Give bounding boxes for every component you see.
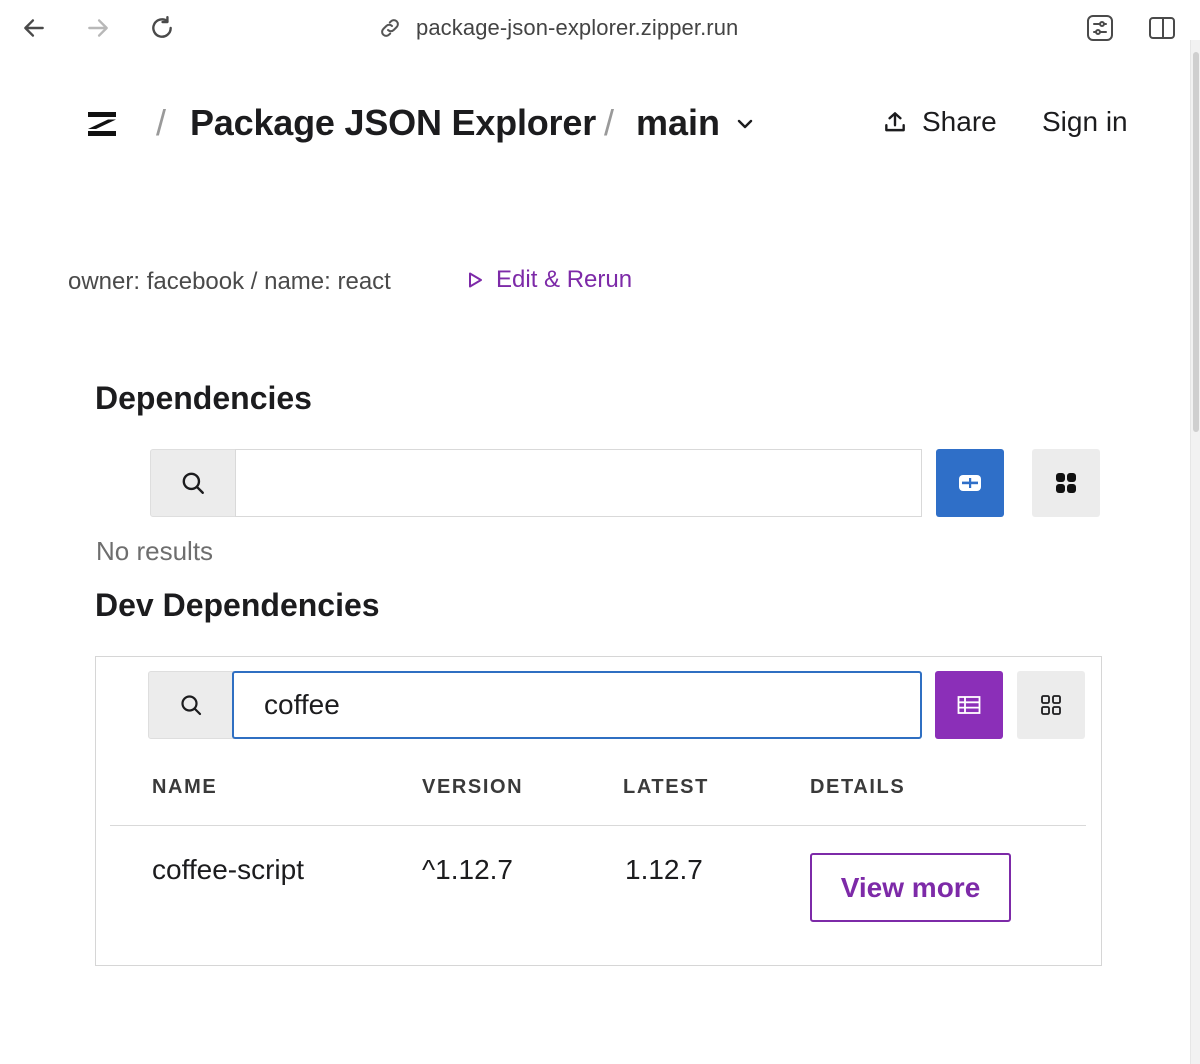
share-label: Share	[922, 106, 997, 137]
dev-dependencies-search-input[interactable]	[232, 671, 922, 739]
share-upload-icon	[885, 112, 905, 132]
column-header-name: NAME	[152, 776, 218, 798]
column-header-latest: LATEST	[623, 776, 709, 798]
dependencies-table-view-button[interactable]	[936, 449, 1004, 517]
cell-latest: 1.12.7	[625, 854, 703, 885]
dependencies-title: Dependencies	[95, 380, 312, 416]
grid-view-icon	[1056, 473, 1076, 493]
dev-dependencies-title: Dev Dependencies	[95, 587, 380, 623]
branch-label: main	[636, 102, 721, 143]
reload-button[interactable]	[146, 12, 178, 44]
table-header-divider	[110, 825, 1086, 826]
dev-dependencies-grid-view-button[interactable]	[1017, 671, 1085, 739]
edit-rerun-label: Edit & Rerun	[496, 266, 633, 293]
zipper-logo-icon[interactable]	[86, 110, 118, 138]
sign-in-link[interactable]: Sign in	[1042, 106, 1128, 138]
scrollbar-thumb[interactable]	[1193, 52, 1199, 432]
breadcrumb-separator: /	[604, 102, 615, 143]
column-header-version: VERSION	[422, 776, 524, 798]
sliders-icon	[1087, 15, 1113, 41]
edit-rerun-button[interactable]: Edit & Rerun	[466, 266, 632, 294]
cell-version: ^1.12.7	[422, 854, 513, 885]
dependencies-search-input[interactable]	[235, 449, 922, 517]
dev-dependencies-search-icon-box	[148, 671, 234, 739]
inputs-summary: owner: facebook / name: react	[68, 268, 391, 295]
breadcrumb-separator: /	[156, 102, 167, 143]
app-title[interactable]: Package JSON Explorer	[190, 102, 596, 144]
sidebar-icon	[1149, 17, 1175, 39]
dependencies-grid-view-button[interactable]	[1032, 449, 1100, 517]
browser-toolbar: package-json-explorer.zipper.run	[0, 0, 1200, 58]
forward-button[interactable]	[82, 12, 114, 44]
no-results-text: No results	[96, 536, 214, 566]
play-icon	[469, 272, 482, 288]
column-header-details: DETAILS	[810, 776, 906, 798]
share-button[interactable]: Share	[882, 106, 997, 138]
address-bar[interactable]: package-json-explorer.zipper.run	[378, 12, 738, 44]
arrow-left-icon	[24, 19, 44, 37]
dependencies-search-icon-box	[150, 449, 236, 517]
sidebar-toggle-button[interactable]	[1146, 12, 1178, 44]
search-icon	[182, 472, 204, 494]
reload-icon	[152, 15, 172, 38]
back-button[interactable]	[18, 12, 50, 44]
view-more-button[interactable]: View more	[810, 853, 1011, 922]
link-icon	[381, 19, 399, 37]
arrow-right-icon	[88, 19, 108, 37]
table-view-icon	[959, 475, 981, 491]
page-scrollbar[interactable]	[1190, 40, 1200, 1064]
chevron-down-icon	[737, 119, 753, 129]
search-icon	[181, 695, 202, 716]
dev-dependencies-table-view-button[interactable]	[935, 671, 1003, 739]
page-settings-button[interactable]	[1084, 12, 1116, 44]
cell-package-name: coffee-script	[152, 854, 304, 885]
grid-view-icon	[1041, 695, 1061, 715]
table-view-icon	[957, 696, 981, 714]
url-text: package-json-explorer.zipper.run	[416, 15, 739, 40]
branch-selector[interactable]: main	[636, 102, 754, 144]
app-header: / Package JSON Explorer / main Share Sig…	[0, 80, 1190, 170]
